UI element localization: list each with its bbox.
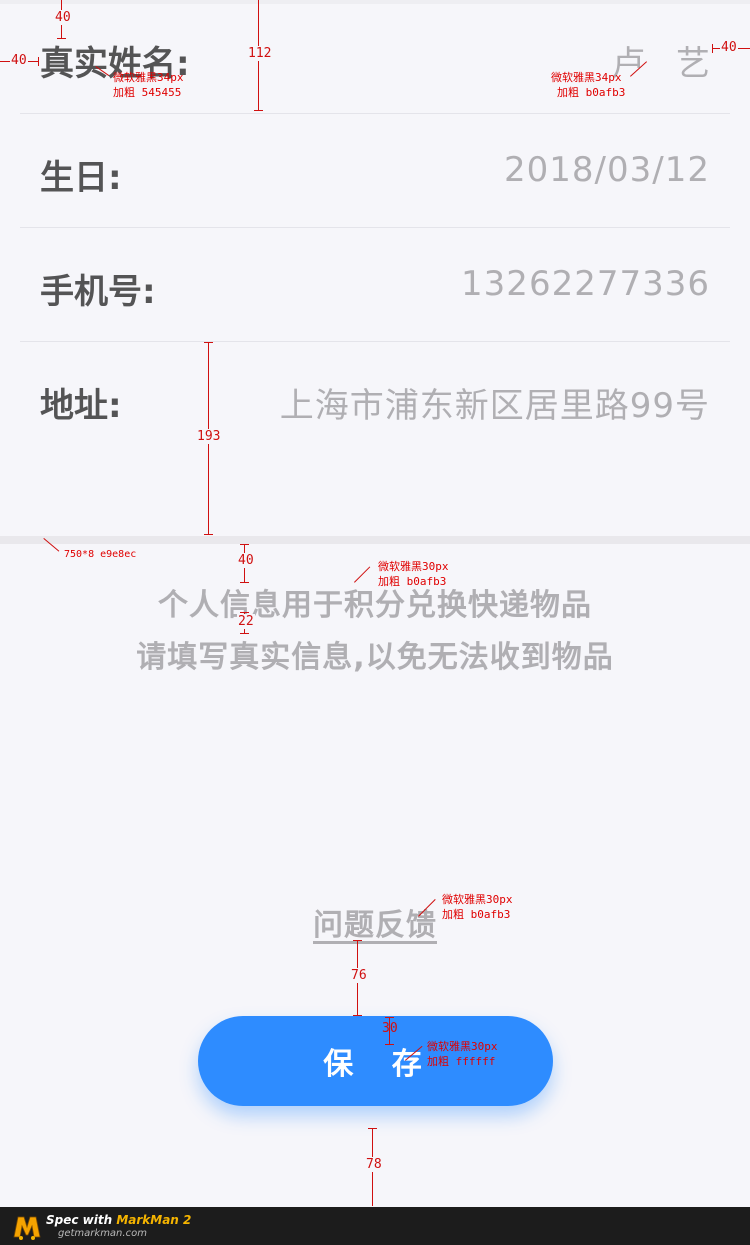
dim-cap <box>57 38 66 39</box>
brand-text: Spec with MarkMan 2 <box>46 1213 191 1227</box>
feedback-font-spec-line1: 微软雅黑30px <box>442 893 513 906</box>
button-font-spec: 微软雅黑30px 加粗 ffffff <box>427 1039 498 1069</box>
row-divider <box>20 227 730 228</box>
dim-right-label: 40 <box>720 40 738 55</box>
notice-font-spec: 微软雅黑30px 加粗 b0afb3 <box>378 559 449 589</box>
value-font-spec: 微软雅黑34px 加粗 b0afb3 <box>551 70 625 100</box>
save-button-label: 保 存 <box>323 1047 436 1082</box>
button-font-spec-line1: 微软雅黑30px <box>427 1040 498 1053</box>
address-value[interactable]: 上海市浦东新区居里路99号 <box>280 378 710 427</box>
notice-line-1: 个人信息用于积分兑换快递物品 <box>158 588 592 623</box>
birthday-row[interactable]: 生日: 2018/03/12 <box>20 150 730 198</box>
dim-cap <box>254 110 263 111</box>
markman-footer: Spec with MarkMan 2 getmarkman.com <box>0 1207 750 1245</box>
phone-label: 手机号: <box>40 272 156 312</box>
dim-bottom-label: 78 <box>365 1157 383 1172</box>
dim-notice-top-label: 40 <box>237 553 255 568</box>
dim-row-height-label: 112 <box>247 46 273 61</box>
feedback-font-spec-line2: 加粗 b0afb3 <box>442 908 511 921</box>
dim-top-label: 40 <box>54 10 72 25</box>
phone-row[interactable]: 手机号: 13262277336 <box>20 264 730 312</box>
top-divider <box>0 0 750 4</box>
phone-value[interactable]: 13262277336 <box>461 264 710 304</box>
value-font-spec-line1: 微软雅黑34px <box>551 71 622 84</box>
label-font-spec-line1: 微软雅黑34px <box>113 71 184 84</box>
section-band <box>0 536 750 544</box>
dim-cap <box>712 44 713 53</box>
birthday-label: 生日: <box>40 158 122 198</box>
address-label: 地址: <box>40 386 122 426</box>
feedback-container: 问题反馈 <box>0 900 750 944</box>
dim-cap <box>38 57 39 66</box>
feedback-link[interactable]: 问题反馈 <box>313 908 437 943</box>
row-divider <box>20 341 730 342</box>
label-font-spec-line2: 加粗 545455 <box>113 86 182 99</box>
name-value[interactable]: 卢 艺 <box>611 36 720 85</box>
site-link[interactable]: getmarkman.com <box>58 1228 147 1239</box>
row-divider <box>20 113 730 114</box>
markman-logo-icon <box>13 1216 41 1240</box>
address-row[interactable]: 地址: 上海市浦东新区居里路99号 <box>20 378 730 426</box>
notice-font-spec-line2: 加粗 b0afb3 <box>378 575 447 588</box>
dim-cap <box>385 1044 394 1045</box>
dim-button-text-label: 30 <box>382 1021 398 1036</box>
button-font-spec-line2: 加粗 ffffff <box>427 1055 496 1068</box>
birthday-value[interactable]: 2018/03/12 <box>504 150 710 190</box>
dim-left-label: 40 <box>10 53 28 68</box>
dim-cap <box>240 582 249 583</box>
band-spec: 750*8 e9e8ec <box>64 549 137 560</box>
notice-font-spec-line1: 微软雅黑30px <box>378 560 449 573</box>
dim-cap <box>204 534 213 535</box>
notice-line-2: 请填写真实信息,以免无法收到物品 <box>136 640 614 675</box>
label-font-spec: 微软雅黑34px 加粗 545455 <box>113 70 184 100</box>
dim-cap <box>353 1015 362 1016</box>
dim-line-gap-label: 22 <box>237 614 255 629</box>
feedback-font-spec: 微软雅黑30px 加粗 b0afb3 <box>442 892 513 922</box>
value-font-spec-line2: 加粗 b0afb3 <box>557 86 626 99</box>
save-button[interactable]: 保 存 <box>198 1016 553 1106</box>
brand-name: MarkMan 2 <box>116 1213 192 1227</box>
dim-address-height-label: 193 <box>196 429 222 444</box>
dim-feedback-gap-label: 76 <box>350 968 368 983</box>
brand-prefix: Spec with <box>46 1213 117 1227</box>
dim-cap <box>240 633 249 634</box>
